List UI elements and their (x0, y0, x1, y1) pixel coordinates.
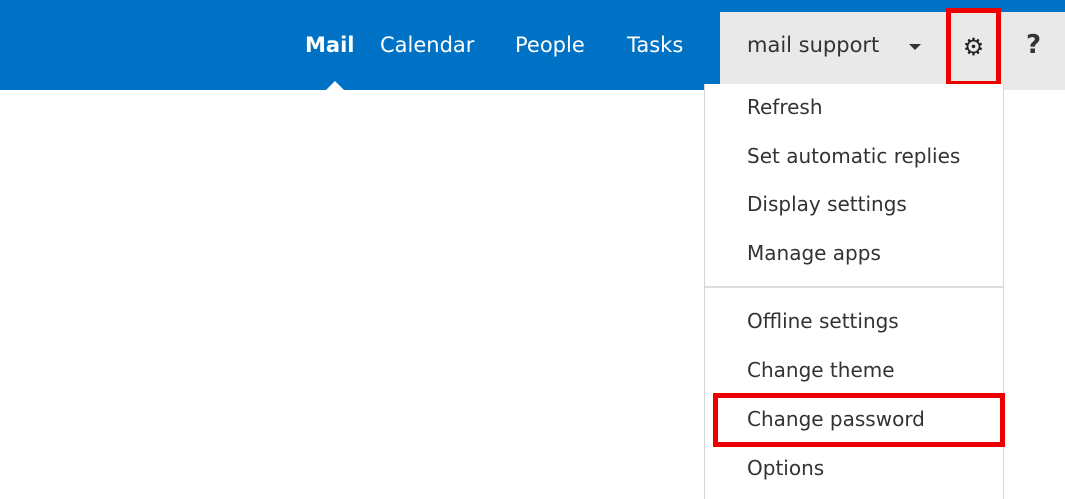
nav-mail[interactable]: Mail (305, 28, 354, 62)
menu-item-change-theme[interactable]: Change theme (747, 355, 895, 385)
menu-divider (705, 286, 1003, 288)
chevron-down-icon[interactable] (909, 44, 921, 50)
help-button[interactable]: ? (1026, 28, 1041, 62)
active-tab-indicator (326, 81, 344, 90)
menu-item-offline-settings[interactable]: Offline settings (747, 306, 899, 336)
menu-item-options[interactable]: Options (747, 453, 824, 483)
menu-item-refresh[interactable]: Refresh (747, 92, 823, 122)
settings-button[interactable]: ⚙ (946, 8, 1001, 86)
menu-item-set-automatic-replies[interactable]: Set automatic replies (747, 141, 960, 171)
gear-icon: ⚙ (962, 33, 985, 61)
menu-item-display-settings[interactable]: Display settings (747, 189, 907, 219)
settings-dropdown-menu: Refresh Set automatic replies Display se… (704, 84, 1005, 499)
page: Mail Calendar People Tasks mail support … (0, 0, 1065, 499)
user-menu-button[interactable]: mail support (747, 28, 879, 62)
nav-calendar[interactable]: Calendar (380, 28, 474, 62)
menu-item-change-password[interactable]: Change password (747, 404, 925, 434)
nav-tasks[interactable]: Tasks (627, 28, 683, 62)
nav-people[interactable]: People (515, 28, 585, 62)
menu-item-manage-apps[interactable]: Manage apps (747, 238, 881, 268)
